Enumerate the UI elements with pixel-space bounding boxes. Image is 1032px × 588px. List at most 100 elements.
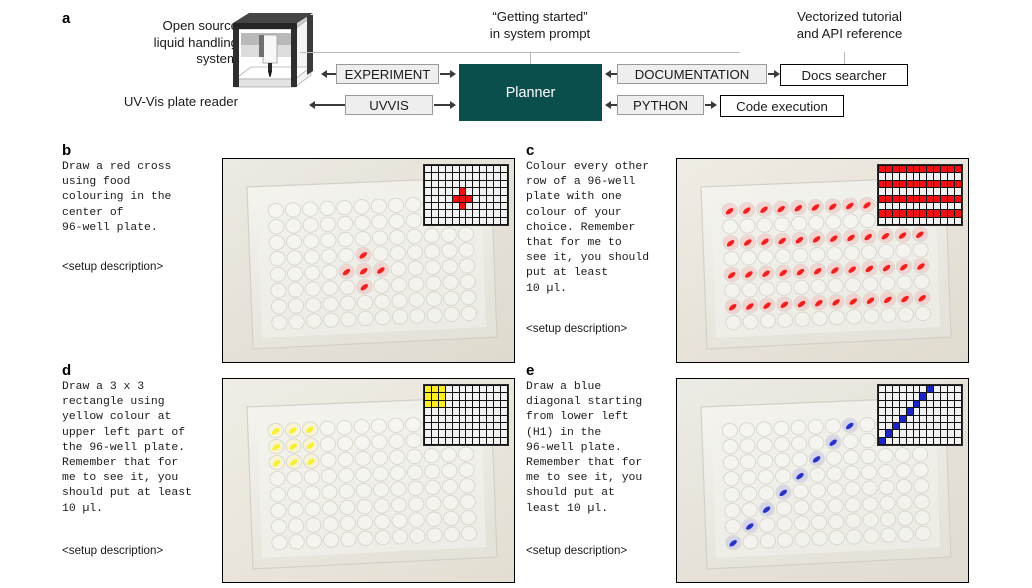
channel-uvvis[interactable]: UVVIS	[345, 95, 433, 115]
inset-well	[438, 430, 445, 437]
inset-well	[948, 408, 955, 415]
inset-well	[948, 202, 955, 210]
inset-well	[879, 437, 885, 444]
plate-well	[322, 516, 339, 532]
plate-well	[773, 436, 790, 452]
inset-well	[473, 173, 480, 180]
plate-well	[423, 447, 440, 464]
plate-well	[824, 418, 841, 434]
plate-well	[878, 479, 895, 496]
inset-well	[913, 173, 920, 180]
plate-well	[354, 451, 371, 467]
plate-well	[861, 480, 878, 496]
plate-well	[339, 279, 356, 296]
plate-well	[269, 470, 286, 487]
plate-well	[387, 417, 405, 433]
inset-well	[934, 210, 941, 217]
inset-well	[899, 217, 906, 224]
channel-experiment[interactable]: EXPERIMENT	[336, 64, 439, 84]
arrowhead-python-right	[711, 101, 717, 109]
plate-well	[339, 515, 356, 531]
node-docs-searcher[interactable]: Docs searcher	[780, 64, 908, 86]
plate-well	[739, 218, 756, 234]
inset-well	[913, 217, 920, 224]
plate-well	[895, 478, 913, 495]
plate-well	[878, 463, 895, 480]
inset-well	[445, 166, 452, 173]
plate-well	[441, 243, 458, 259]
plate-well	[794, 311, 811, 327]
inset-well	[473, 386, 480, 393]
plate-well	[409, 528, 426, 544]
inset-well	[425, 430, 431, 437]
inset-well	[955, 217, 961, 224]
plate-well	[791, 215, 808, 232]
inset-well	[934, 180, 941, 188]
plate-photo-d	[222, 378, 515, 583]
inset-well	[885, 400, 892, 408]
inset-well	[948, 386, 955, 393]
inset-grid-c	[877, 164, 963, 226]
plate-well	[269, 486, 286, 503]
inset-well	[459, 195, 466, 202]
inset-well	[879, 195, 885, 202]
inset-well	[941, 393, 948, 400]
plate-well	[721, 422, 738, 439]
inset-well	[431, 400, 438, 408]
plate-well	[896, 274, 913, 291]
plate-well	[323, 312, 340, 328]
plate-well	[895, 463, 912, 479]
channel-python[interactable]: PYTHON	[617, 95, 704, 115]
node-code-execution[interactable]: Code execution	[720, 95, 844, 117]
panel-a: a Open source liquid handling system UV-…	[0, 0, 1032, 135]
inset-well	[906, 217, 913, 224]
inset-well	[431, 415, 438, 422]
inset-well	[941, 173, 948, 180]
inset-well	[452, 195, 459, 202]
plate-well	[811, 310, 828, 327]
plate-well	[913, 494, 930, 510]
inset-well	[885, 173, 892, 180]
inset-well	[885, 202, 892, 210]
plate-well	[758, 281, 775, 297]
inset-well	[459, 386, 466, 393]
inset-well	[494, 180, 501, 188]
plate-well	[810, 498, 827, 515]
plate-well	[319, 420, 336, 437]
node-planner[interactable]: Planner	[459, 64, 602, 121]
plate-well	[441, 258, 459, 275]
plate-well	[725, 314, 742, 331]
inset-well	[920, 408, 927, 415]
inset-well	[445, 202, 452, 210]
plate-well	[827, 498, 844, 514]
plate-well	[739, 454, 757, 470]
plate-well	[373, 498, 390, 514]
plate-well	[406, 244, 424, 260]
inset-well	[480, 430, 487, 437]
inset-well	[906, 415, 913, 422]
inset-well	[459, 210, 466, 217]
inset-well	[899, 173, 906, 180]
inset-well	[425, 400, 431, 408]
plate-well	[356, 294, 374, 311]
inset-well	[501, 408, 507, 415]
plate-well	[409, 308, 426, 324]
inset-well	[941, 430, 948, 437]
inset-well	[425, 188, 431, 195]
inset-well	[466, 408, 473, 415]
plate-well	[407, 480, 424, 496]
channel-documentation[interactable]: DOCUMENTATION	[617, 64, 767, 84]
plate-well	[827, 482, 844, 498]
inset-well	[466, 188, 473, 195]
inset-well	[879, 166, 885, 173]
plate-well	[461, 525, 478, 542]
inset-well	[438, 202, 445, 210]
inset-well	[438, 217, 445, 224]
caption-documentation-source: Vectorized tutorial and API reference	[796, 9, 903, 41]
inset-well	[425, 195, 431, 202]
inset-well	[501, 437, 507, 444]
plate-well	[842, 213, 859, 229]
inset-well	[934, 166, 941, 173]
inset-well	[955, 202, 961, 210]
inset-well	[913, 422, 920, 430]
